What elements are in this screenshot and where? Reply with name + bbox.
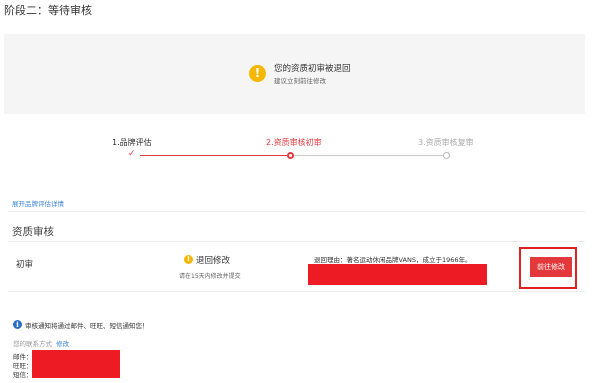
divider xyxy=(8,211,585,212)
step-3-dot xyxy=(443,152,450,159)
redaction-block xyxy=(308,264,487,285)
divider xyxy=(8,241,585,242)
review-stage-label: 初审 xyxy=(16,260,34,270)
section-title: 资质审核 xyxy=(12,226,54,238)
go-edit-button[interactable]: 前往修改 xyxy=(530,257,572,277)
warning-icon: ! xyxy=(184,255,193,264)
step-2-label: 2.资质审核初审 xyxy=(266,138,322,147)
notice-panel: ! 您的资质初审被退回 建议立刻前往修改 xyxy=(4,34,585,114)
progress-line-pending xyxy=(294,155,443,156)
reject-reason: 退回理由：著名运动休闲品牌VANS，成立于1966年。 xyxy=(314,256,472,264)
notification-text: 审核通知将通过邮件、旺旺、短信通知您！ xyxy=(25,322,149,330)
page-title: 阶段二：等待审核 xyxy=(4,4,92,17)
check-icon: ✓ xyxy=(128,149,136,159)
step-3-label: 3.资质审核复审 xyxy=(418,138,474,147)
sms-label: 短信： xyxy=(13,371,33,379)
notice-title: 您的资质初审被退回 xyxy=(274,64,351,74)
review-status-hint: 请在15天内修改并提交 xyxy=(179,273,241,280)
step-2-dot xyxy=(287,152,294,159)
step-1-label: 1.品牌评估 xyxy=(112,138,152,147)
warning-icon: ! xyxy=(249,65,266,82)
contact-label: 您的联系方式 xyxy=(13,340,52,348)
divider xyxy=(8,291,585,292)
progress-line-done xyxy=(140,155,287,156)
redaction-block xyxy=(32,350,120,378)
edit-contact-link[interactable]: 修改 xyxy=(56,338,69,348)
review-status: 退回修改 xyxy=(196,256,231,266)
expand-brand-details-link[interactable]: 展开品牌评估详情 xyxy=(12,198,64,208)
info-icon: i xyxy=(13,320,22,329)
notice-subtitle: 建议立刻前往修改 xyxy=(274,77,326,85)
